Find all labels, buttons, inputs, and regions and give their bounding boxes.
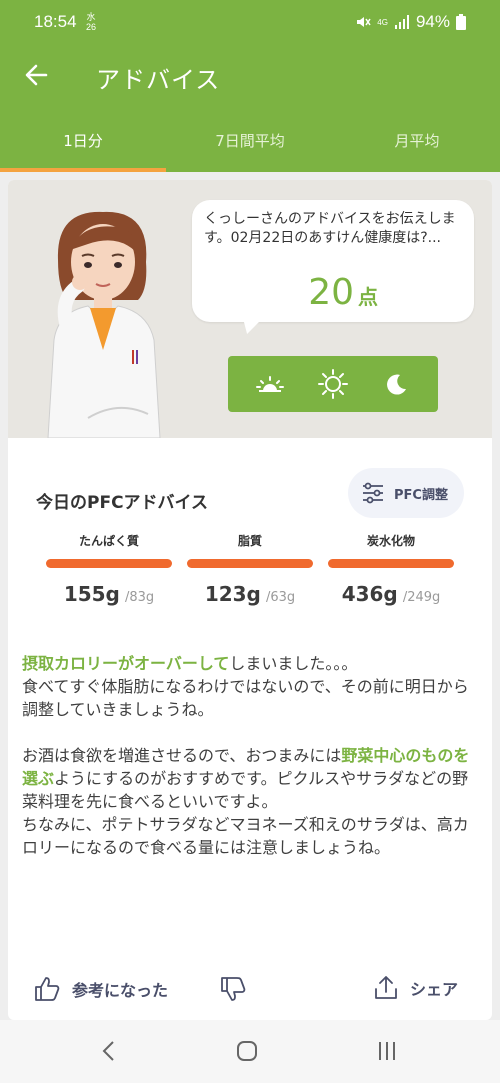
pfc-adjust-button[interactable]: PFC調整 [348,468,464,518]
status-bar: 18:54 水 26 4G 94% [0,0,500,40]
status-icons: 4G 94% [355,12,466,32]
tab-1day[interactable]: 1日分 [0,110,166,172]
nav-back-icon[interactable] [94,1036,124,1066]
nutrient-value: 155g [63,582,120,606]
nutrient-value: 436g [341,582,398,606]
not-helpful-button[interactable] [218,974,248,1004]
pfc-section-title: 今日のPFCアドバイス [36,493,209,513]
nutrient-target: /249g [402,590,441,605]
advisor-hero: くっしーさんのアドバイスをお伝えします。02月22日のあすけん健康度は?... … [8,180,492,438]
sunrise-icon[interactable] [253,367,287,401]
sun-icon[interactable] [316,367,350,401]
tab-7day-average[interactable]: 7日間平均 [167,110,333,172]
helpful-label: 参考になった [72,981,169,1000]
share-label: シェア [410,980,459,999]
thumbs-down-icon [221,977,246,1001]
advice-highlight: 摂取カロリーがオーバーして [22,654,230,673]
nav-home-icon[interactable] [232,1036,262,1066]
nutrient-value: 123g [204,582,261,606]
advice-text-span: ちなみに、ポテトサラダなどマヨネーズ和えのサラダは、高カロリーになるので食べる量… [22,815,469,857]
advice-text-span: しまいました。。。 [229,654,358,673]
health-score: 20 点 [308,272,378,313]
page-title: アドバイス [96,66,221,94]
nutrient-label: たんぱく質 [78,534,139,548]
advice-card: くっしーさんのアドバイスをお伝えします。02月22日のあすけん健康度は?... … [8,180,492,1020]
status-date-day: 26 [86,22,97,32]
speech-bubble-tail [237,318,263,334]
pfc-adjust-label: PFC調整 [394,487,448,503]
period-tabs: 1日分 7日間平均 月平均 [0,110,500,172]
advisor-illustration [47,211,161,438]
sliders-icon [363,482,383,504]
tab-monthly-average[interactable]: 月平均 [334,110,500,172]
nutrient-label: 炭水化物 [366,534,415,548]
time-of-day-selector [228,356,438,412]
score-value: 20 [308,272,354,313]
nutrient-bar [187,559,313,568]
speech-bubble: くっしーさんのアドバイスをお伝えします。02月22日のあすけん健康度は?... … [192,200,474,322]
advice-text-span: お酒は食欲を増進させるので、おつまみには [22,746,342,765]
nutrient-label: 脂質 [237,534,262,548]
app-bar: アドバイス [0,40,500,110]
share-icon [375,976,397,999]
mute-icon [357,17,371,27]
nutrient-carbohydrate: 炭水化物 436g /249g [328,532,454,606]
nutrient-bar [328,559,454,568]
advice-paragraph-2: お酒は食欲を増進させるので、おつまみには野菜中心のものを選ぶようにするのがおすす… [22,744,482,859]
signal-icon [394,15,409,29]
battery-icon [456,14,466,30]
helpful-button[interactable]: 参考になった [32,974,168,1004]
advice-paragraph-1: 摂取カロリーがオーバーしてしまいました。。。食べてすぐ体脂肪になるわけではないの… [22,652,482,721]
advice-text-span: 食べてすぐ体脂肪になるわけではないので、その前に明日から調整していきましょうね。 [22,677,469,719]
network-label: 4G [377,17,388,27]
share-button[interactable]: シェア [372,974,458,1002]
system-nav-bar [0,1020,500,1083]
nutrient-target: /63g [265,590,296,605]
feedback-actions: 参考になった シェア [8,970,492,1010]
back-arrow-icon[interactable] [20,58,54,92]
thumbs-up-icon [35,977,60,1001]
content-area: くっしーさんのアドバイスをお伝えします。02月22日のあすけん健康度は?... … [0,172,500,1020]
score-unit: 点 [358,285,378,309]
nutrient-target: /83g [124,590,155,605]
status-time: 18:54 [34,12,77,31]
nutrient-protein: たんぱく質 155g /83g [46,532,172,606]
status-date-weekday: 水 [86,12,96,22]
nav-recents-icon[interactable] [372,1036,402,1066]
nutrient-fat: 脂質 123g /63g [187,532,313,606]
advice-text: 摂取カロリーがオーバーしてしまいました。。。食べてすぐ体脂肪になるわけではないの… [22,652,482,859]
moon-icon[interactable] [379,367,413,401]
advice-text-span: ようにするのがおすすめです。ピクルスやサラダなどの野菜料理を先に食べるといいです… [22,769,469,811]
speech-text: くっしーさんのアドバイスをお伝えします。02月22日のあすけん健康度は?... [204,211,456,246]
nutrient-bar [46,559,172,568]
status-date: 水 26 [86,12,96,32]
battery-percent: 94% [415,12,450,31]
